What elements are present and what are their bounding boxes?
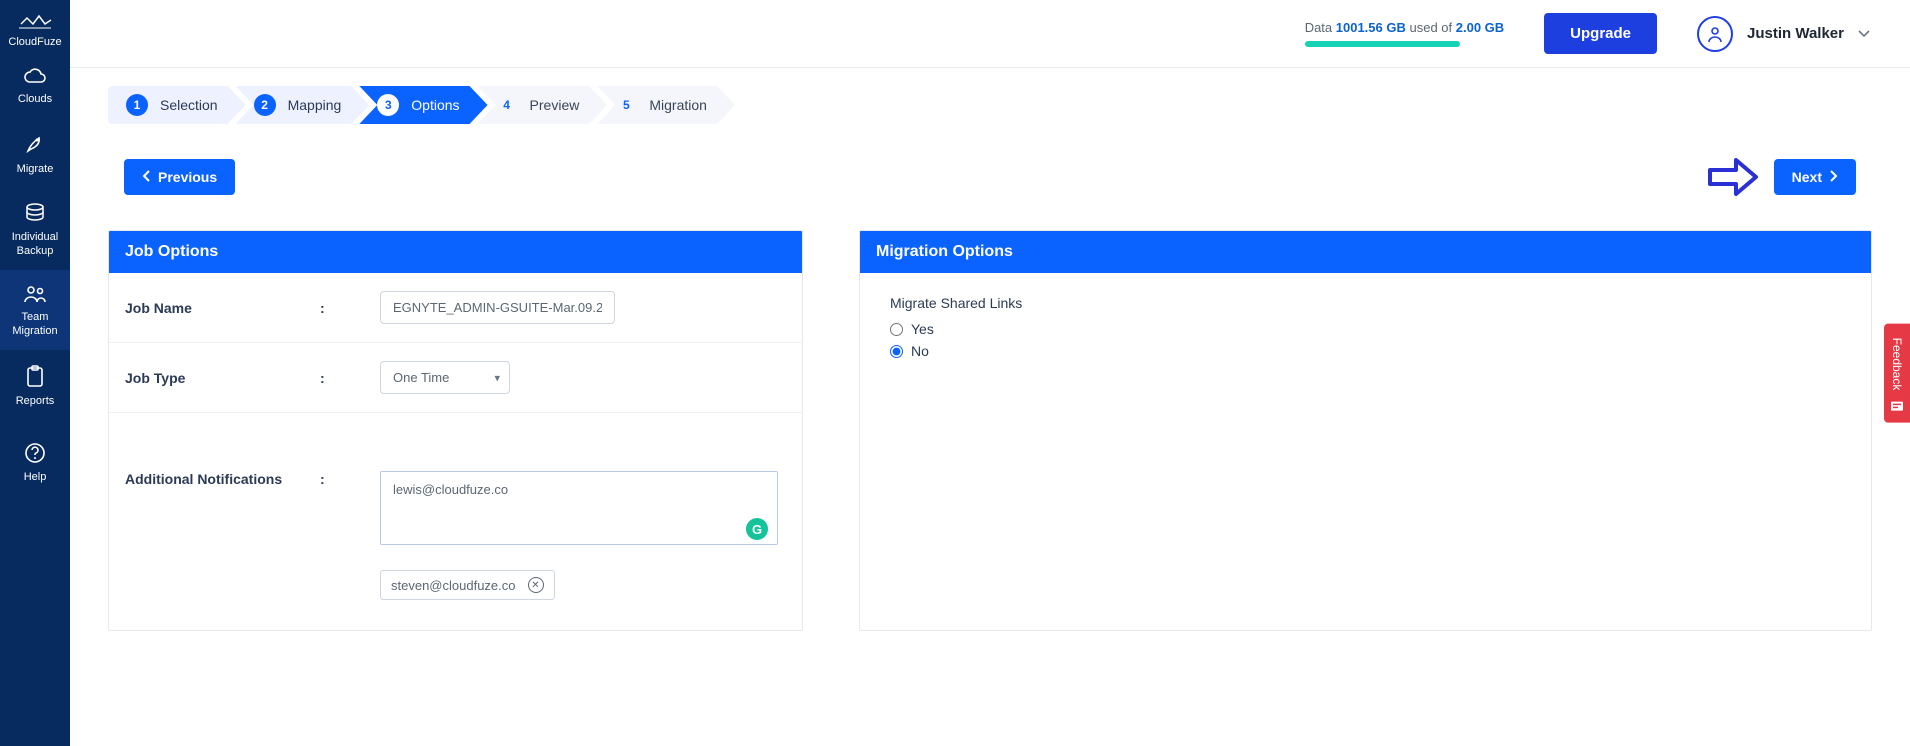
wizard-stepper: 1 Selection 2 Mapping 3 Options 4 Previe… xyxy=(108,86,1872,124)
feedback-icon xyxy=(1890,398,1904,412)
sidebar-item-reports[interactable]: Reports xyxy=(0,350,70,420)
step-number: 2 xyxy=(254,94,276,116)
user-menu[interactable]: Justin Walker xyxy=(1697,16,1870,52)
brand-name: CloudFuze xyxy=(0,36,70,48)
colon: : xyxy=(320,300,380,316)
remove-chip-icon[interactable]: ✕ xyxy=(528,577,544,593)
migration-options-body: Migrate Shared Links Yes No xyxy=(860,273,1871,387)
step-mapping[interactable]: 2 Mapping xyxy=(236,86,370,124)
job-type-label: Job Type xyxy=(125,370,320,386)
help-icon xyxy=(2,442,68,464)
step-label: Options xyxy=(411,97,459,113)
grammarly-icon[interactable]: G xyxy=(746,518,768,540)
job-options-body: Job Name : Job Type : ▾ Additional Not xyxy=(109,273,802,630)
colon: : xyxy=(320,471,380,487)
previous-label: Previous xyxy=(158,169,217,185)
sidebar-item-team-migration[interactable]: Team Migration xyxy=(0,270,70,350)
next-button[interactable]: Next xyxy=(1774,159,1856,195)
user-name: Justin Walker xyxy=(1747,25,1844,42)
step-number: 1 xyxy=(126,94,148,116)
feedback-label: Feedback xyxy=(1890,338,1904,391)
sidebar-item-label: Help xyxy=(2,470,68,484)
usage-bar xyxy=(1305,41,1460,47)
feedback-tab[interactable]: Feedback xyxy=(1884,324,1910,423)
job-options-panel: Job Options Job Name : Job Type : ▾ xyxy=(108,230,803,631)
email-chip-text: steven@cloudfuze.co xyxy=(391,578,516,593)
migrate-shared-links-label: Migrate Shared Links xyxy=(890,295,1841,311)
step-options[interactable]: 3 Options xyxy=(359,86,487,124)
sidebar: CloudFuze Clouds Migrate Individual Back… xyxy=(0,0,70,746)
chevron-right-icon xyxy=(1828,169,1838,185)
step-label: Selection xyxy=(160,97,218,113)
usage-display: Data 1001.56 GB used of 2.00 GB xyxy=(1305,20,1504,47)
rocket-icon xyxy=(2,132,68,156)
sidebar-item-label: Individual Backup xyxy=(2,230,68,258)
notifications-row: Additional Notifications : G steven@clou… xyxy=(109,413,802,630)
sidebar-item-label: Team Migration xyxy=(2,310,68,338)
radio-no[interactable]: No xyxy=(890,343,1841,359)
brand-logo[interactable]: CloudFuze xyxy=(0,0,70,54)
avatar-icon xyxy=(1697,16,1733,52)
radio-yes-input[interactable] xyxy=(890,323,903,336)
sidebar-item-clouds[interactable]: Clouds xyxy=(0,54,70,118)
step-number: 5 xyxy=(615,94,637,116)
job-name-row: Job Name : xyxy=(109,273,802,343)
panel-row: Job Options Job Name : Job Type : ▾ xyxy=(108,230,1872,631)
step-label: Mapping xyxy=(288,97,342,113)
radio-no-label: No xyxy=(911,343,929,359)
radio-no-input[interactable] xyxy=(890,345,903,358)
step-label: Preview xyxy=(530,97,580,113)
step-label: Migration xyxy=(649,97,707,113)
step-migration[interactable]: 5 Migration xyxy=(597,86,735,124)
next-label: Next xyxy=(1792,169,1822,185)
radio-yes[interactable]: Yes xyxy=(890,321,1841,337)
usage-used: 1001.56 GB xyxy=(1336,20,1406,35)
job-name-input[interactable] xyxy=(380,291,615,324)
topbar: Data 1001.56 GB used of 2.00 GB Upgrade … xyxy=(70,0,1910,68)
migration-options-title: Migration Options xyxy=(860,231,1871,273)
job-type-select[interactable] xyxy=(380,361,510,394)
cloud-icon xyxy=(2,68,68,86)
cloudfuze-logo-icon xyxy=(17,10,53,32)
notifications-field-group: G steven@cloudfuze.co ✕ xyxy=(380,471,778,600)
previous-button[interactable]: Previous xyxy=(124,159,235,195)
colon: : xyxy=(320,370,380,386)
usage-bar-fill xyxy=(1305,41,1460,47)
job-type-select-wrap: ▾ xyxy=(380,361,510,394)
sidebar-item-help[interactable]: Help xyxy=(0,428,70,496)
main: Data 1001.56 GB used of 2.00 GB Upgrade … xyxy=(70,0,1910,746)
usage-text: Data 1001.56 GB used of 2.00 GB xyxy=(1305,20,1504,35)
attention-arrow-icon xyxy=(1706,152,1760,202)
email-chip: steven@cloudfuze.co ✕ xyxy=(380,570,555,600)
notifications-input-wrap: G xyxy=(380,471,778,548)
step-number: 3 xyxy=(377,94,399,116)
radio-yes-label: Yes xyxy=(911,321,934,337)
migration-options-panel: Migration Options Migrate Shared Links Y… xyxy=(859,230,1872,631)
chevron-left-icon xyxy=(142,169,152,185)
sidebar-item-label: Clouds xyxy=(2,92,68,106)
job-name-label: Job Name xyxy=(125,300,320,316)
step-preview[interactable]: 4 Preview xyxy=(478,86,608,124)
next-wrap: Next xyxy=(1706,152,1856,202)
usage-prefix: Data xyxy=(1305,20,1336,35)
team-icon xyxy=(2,284,68,304)
step-selection[interactable]: 1 Selection xyxy=(108,86,246,124)
wizard-nav-row: Previous Next xyxy=(108,152,1872,202)
job-type-row: Job Type : ▾ xyxy=(109,343,802,413)
notifications-label: Additional Notifications xyxy=(125,471,320,487)
content: 1 Selection 2 Mapping 3 Options 4 Previe… xyxy=(70,68,1910,746)
notifications-input[interactable] xyxy=(380,471,778,545)
sidebar-item-label: Migrate xyxy=(2,162,68,176)
sidebar-item-migrate[interactable]: Migrate xyxy=(0,118,70,188)
job-options-title: Job Options xyxy=(109,231,802,273)
usage-middle: used of xyxy=(1406,20,1456,35)
clipboard-icon xyxy=(2,364,68,388)
sidebar-item-individual-backup[interactable]: Individual Backup xyxy=(0,188,70,270)
upgrade-button[interactable]: Upgrade xyxy=(1544,13,1657,54)
database-icon xyxy=(2,202,68,224)
chevron-down-icon xyxy=(1858,25,1870,43)
step-number: 4 xyxy=(496,94,518,116)
usage-total: 2.00 GB xyxy=(1456,20,1504,35)
sidebar-item-label: Reports xyxy=(2,394,68,408)
